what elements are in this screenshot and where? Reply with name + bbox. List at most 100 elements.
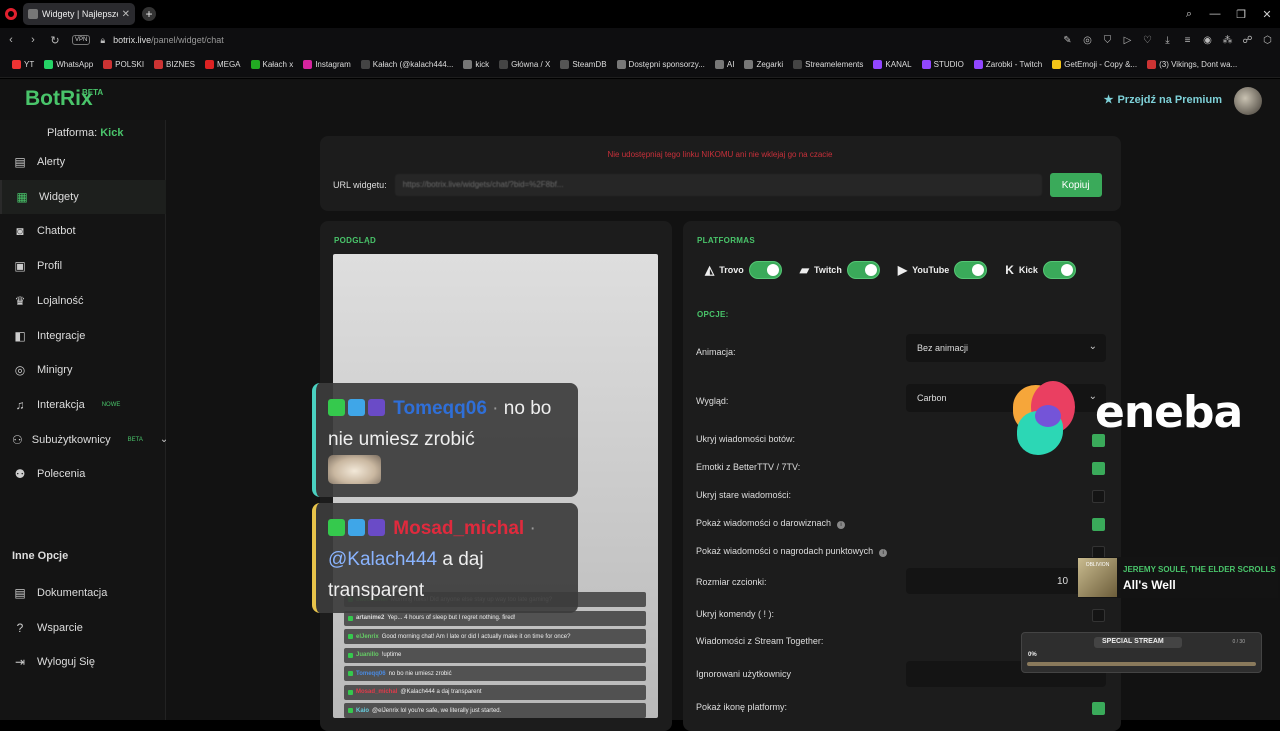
bookmark-label: Zegarki xyxy=(756,60,784,69)
sidebar-item-interakcja[interactable]: ♫ Interakcja NOWE xyxy=(0,388,166,422)
emotes-label: Emotki z BetterTTV / 7TV: xyxy=(696,462,801,472)
kick-badge-icon xyxy=(328,399,345,416)
bookmark-item[interactable]: BIZNES xyxy=(150,60,199,69)
chat-nick: Mosad_michal xyxy=(393,518,525,539)
platform-icon-label: Pokaż ikonę platformy: xyxy=(696,702,788,712)
bookmark-item[interactable]: KANAL xyxy=(869,60,915,69)
bookmark-item[interactable]: Instagram xyxy=(299,60,355,69)
bookmark-item[interactable]: kick xyxy=(459,60,493,69)
platform-icon-checkbox[interactable] xyxy=(1092,702,1105,715)
bookmark-item[interactable]: Główna / X xyxy=(495,60,554,69)
info-icon[interactable]: i xyxy=(837,521,846,529)
bookmark-item[interactable]: Zegarki xyxy=(740,60,787,69)
close-window-button[interactable]: ✕ xyxy=(1254,8,1280,21)
sidebar-item-polecenia[interactable]: ⚉ Polecenia xyxy=(0,457,166,491)
sidebar-item-minigry[interactable]: ◎ Minigry xyxy=(0,353,166,387)
sidebar-item-subużytkownicy[interactable]: ⚇ Subużytkownicy BETA ⌄ xyxy=(0,423,168,457)
bookmark-item[interactable]: YT xyxy=(8,60,38,69)
platform-toggle[interactable] xyxy=(846,261,880,279)
forward-icon[interactable]: › xyxy=(22,34,44,46)
heart-icon[interactable]: ♡ xyxy=(1141,35,1154,46)
hide-commands-checkbox[interactable] xyxy=(1092,609,1105,622)
bookmark-item[interactable]: POLSKI xyxy=(99,60,148,69)
youtube-icon: ▶ xyxy=(897,263,908,277)
donations-checkbox[interactable] xyxy=(1092,518,1105,531)
bookmark-item[interactable]: AI xyxy=(711,60,739,69)
opera-menu-icon[interactable] xyxy=(5,8,17,20)
bookmark-item[interactable]: MEGA xyxy=(201,60,245,69)
preview-chat-text: Good morning chat! Am I late or did I ac… xyxy=(381,633,571,640)
sidebar-item-profil[interactable]: ▣ Profil xyxy=(0,249,166,283)
avatar[interactable] xyxy=(1234,87,1262,115)
sidebar-item-logout[interactable]: ⇥ Wyloguj Się xyxy=(0,645,166,679)
vpn-badge[interactable]: VPN xyxy=(72,35,91,45)
eneba-sponsor-logo: eneba xyxy=(1005,377,1280,459)
chat-nick: Tomeqq06 xyxy=(393,398,487,419)
bookmark-item[interactable]: Streamelements xyxy=(789,60,867,69)
sidebar-item-label: Profil xyxy=(37,260,63,273)
bookmark-item[interactable]: WhatsApp xyxy=(40,60,97,69)
minimize-button[interactable]: — xyxy=(1202,8,1228,20)
bookmark-item[interactable]: (3) Vikings, Dont wa... xyxy=(1143,60,1241,69)
bookmark-label: Kałach x xyxy=(262,60,294,69)
bookmark-label: Dostępni sponsorzy... xyxy=(628,60,705,69)
robot-icon: ◙ xyxy=(16,224,24,239)
url-warning: Nie udostępniaj tego linku NIKOMU ani ni… xyxy=(607,150,833,159)
sidebar-item-chatbot[interactable]: ◙ Chatbot xyxy=(0,214,166,248)
browser-tab[interactable]: Widgety | Najlepsze oprogr ✕ xyxy=(23,3,135,25)
animation-select[interactable]: Bez animacji ⌄ xyxy=(906,334,1106,362)
play-icon[interactable]: ▷ xyxy=(1121,35,1134,46)
edit-icon[interactable]: ✎ xyxy=(1061,35,1074,46)
premium-button[interactable]: ★ Przejdź na Premium xyxy=(1104,93,1222,107)
font-size-input[interactable]: 10 xyxy=(906,568,1106,594)
camera-icon[interactable]: ◎ xyxy=(1081,35,1094,46)
extensions-icon[interactable]: ⬡ xyxy=(1261,35,1274,46)
extension-1-icon[interactable]: ⁂ xyxy=(1221,35,1234,46)
preview-chat-row: Tomeqq06 no bo nie umiesz zrobić xyxy=(344,666,646,681)
animation-label: Animacja: xyxy=(696,347,736,357)
sidebar-item-label: Wyloguj Się xyxy=(37,656,95,669)
widget-url-input[interactable]: https://botrix.live/widgets/chat/?bid=%2… xyxy=(394,174,1042,196)
menu-icon[interactable]: ≡ xyxy=(1181,35,1194,46)
search-tabs-icon[interactable]: ⌕ xyxy=(1176,8,1202,21)
copy-button[interactable]: Kopiuj xyxy=(1049,173,1102,197)
extension-2-icon[interactable]: ☍ xyxy=(1241,35,1254,46)
reload-icon[interactable]: ↻ xyxy=(44,34,66,47)
platform-toggle[interactable] xyxy=(748,261,782,279)
emotes-checkbox[interactable] xyxy=(1092,462,1105,475)
hide-old-checkbox[interactable] xyxy=(1092,490,1105,503)
url-field[interactable]: botrix.live/panel/widget/chat xyxy=(113,35,224,45)
back-icon[interactable]: ‹ xyxy=(0,34,22,46)
twitch-icon: ▰ xyxy=(799,263,809,277)
sidebar-item-integracje[interactable]: ◧ Integracje xyxy=(0,319,166,353)
lock-icon[interactable]: 🔒︎ xyxy=(100,35,105,46)
bookmark-item[interactable]: SteamDB xyxy=(556,60,610,69)
maximize-button[interactable]: ❐ xyxy=(1228,8,1254,21)
sidebar-item-doc[interactable]: ▤ Dokumentacja xyxy=(0,576,166,610)
sidebar-item-help[interactable]: ? Wsparcie xyxy=(0,611,166,645)
info-icon[interactable]: i xyxy=(879,549,888,557)
profile-icon[interactable]: ◉ xyxy=(1201,35,1214,46)
bookmark-label: KANAL xyxy=(885,60,912,69)
bookmark-item[interactable]: Dostępni sponsorzy... xyxy=(613,60,709,69)
bookmark-item[interactable]: Kałach x xyxy=(247,60,298,69)
shield-icon[interactable]: ⛉ xyxy=(1101,35,1114,46)
new-tab-button[interactable]: + xyxy=(142,7,156,21)
download-icon[interactable]: ⤓ xyxy=(1161,35,1174,46)
bookmark-icon xyxy=(44,60,54,69)
bookmark-label: GetEmoji - Copy &... xyxy=(1064,60,1138,69)
platform-toggle[interactable] xyxy=(1042,261,1076,279)
botrix-logo[interactable]: BotRix BETA xyxy=(25,87,103,111)
bookmark-item[interactable]: STUDIO xyxy=(918,60,968,69)
sidebar-item-widgety[interactable]: ▦ Widgety xyxy=(0,179,166,214)
sidebar-item-lojalność[interactable]: ♛ Lojalność xyxy=(0,284,166,318)
close-tab-icon[interactable]: ✕ xyxy=(122,9,130,20)
sidebar-item-alerty[interactable]: ▤ Alerty xyxy=(0,145,166,179)
bookmark-item[interactable]: Kałach (@kalach444... xyxy=(357,60,458,69)
bookmark-item[interactable]: GetEmoji - Copy &... xyxy=(1048,60,1141,69)
preview-chat-text: !uptime xyxy=(381,652,402,658)
bookmark-item[interactable]: Zarobki - Twitch xyxy=(970,60,1046,69)
preview-chat-text: @elJenrix lol you're safe, we literally … xyxy=(372,707,502,714)
platform-toggle[interactable] xyxy=(954,261,988,279)
sidebar-item-label: Integracje xyxy=(37,329,86,342)
